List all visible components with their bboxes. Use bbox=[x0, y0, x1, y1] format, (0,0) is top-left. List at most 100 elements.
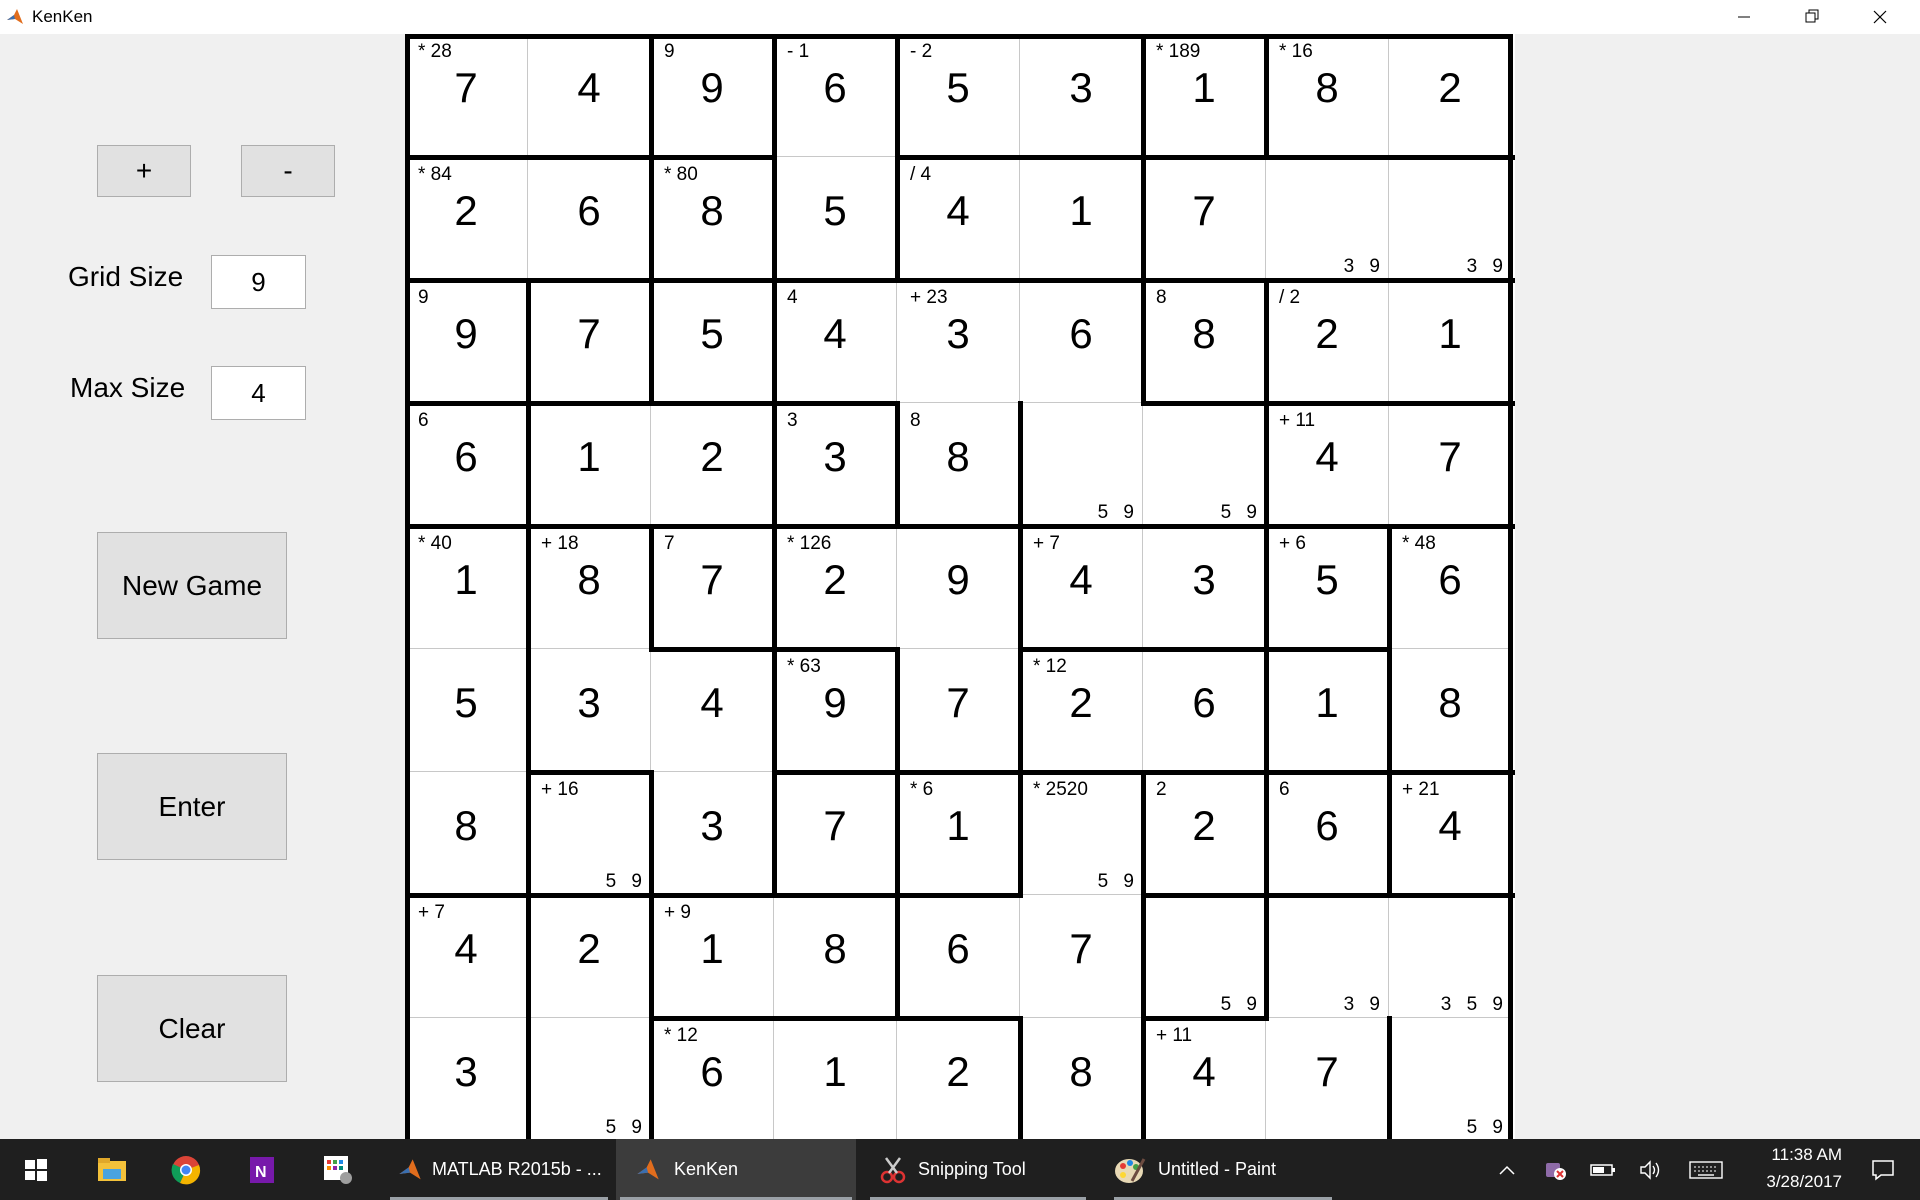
grid-cell-r1c4[interactable]: - 1 6 bbox=[774, 34, 897, 157]
grid-cell-r8c4[interactable]: 8 bbox=[774, 895, 897, 1018]
grid-cell-r6c6[interactable]: * 12 2 bbox=[1020, 649, 1143, 772]
grid-cell-r2c1[interactable]: * 84 2 bbox=[405, 157, 528, 280]
start-button[interactable] bbox=[10, 1139, 62, 1200]
taskbar-snipping-tool[interactable]: Snipping Tool bbox=[866, 1139, 1090, 1200]
grid-cell-r4c9[interactable]: 7 bbox=[1389, 403, 1512, 526]
restore-button[interactable] bbox=[1778, 0, 1846, 34]
grid-cell-r2c7[interactable]: 7 bbox=[1143, 157, 1266, 280]
grid-cell-r2c5[interactable]: / 4 4 bbox=[897, 157, 1020, 280]
grid-cell-r8c1[interactable]: + 7 4 bbox=[405, 895, 528, 1018]
grid-cell-r9c7[interactable]: + 11 4 bbox=[1143, 1018, 1266, 1139]
enter-button[interactable]: Enter bbox=[97, 753, 287, 860]
grid-cell-r8c2[interactable]: 2 bbox=[528, 895, 651, 1018]
taskbar-kenken[interactable]: KenKen bbox=[616, 1139, 856, 1200]
grid-cell-r4c5[interactable]: 88 bbox=[897, 403, 1020, 526]
grid-cell-r9c2[interactable]: 5 9 bbox=[528, 1018, 651, 1139]
grid-cell-r5c1[interactable]: * 40 1 bbox=[405, 526, 528, 649]
grid-cell-r7c6[interactable]: * 2520 5 9 bbox=[1020, 772, 1143, 895]
grid-cell-r1c6[interactable]: 3 bbox=[1020, 34, 1143, 157]
grid-cell-r6c8[interactable]: 1 bbox=[1266, 649, 1389, 772]
grid-cell-r2c8[interactable]: 3 9 bbox=[1266, 157, 1389, 280]
grid-cell-r5c8[interactable]: + 6 5 bbox=[1266, 526, 1389, 649]
grid-cell-r9c9[interactable]: 5 9 bbox=[1389, 1018, 1512, 1139]
grid-cell-r8c6[interactable]: 7 bbox=[1020, 895, 1143, 1018]
grid-cell-r6c4[interactable]: * 63 9 bbox=[774, 649, 897, 772]
grid-cell-r7c7[interactable]: 22 bbox=[1143, 772, 1266, 895]
grid-cell-r4c1[interactable]: 66 bbox=[405, 403, 528, 526]
grid-cell-r1c1[interactable]: * 28 7 bbox=[405, 34, 528, 157]
grid-cell-r6c9[interactable]: 8 bbox=[1389, 649, 1512, 772]
grid-cell-r3c2[interactable]: 7 bbox=[528, 280, 651, 403]
grid-cell-r9c3[interactable]: * 12 6 bbox=[651, 1018, 774, 1139]
tray-keyboard[interactable] bbox=[1686, 1139, 1726, 1200]
grid-cell-r9c4[interactable]: 1 bbox=[774, 1018, 897, 1139]
tray-volume[interactable] bbox=[1636, 1139, 1666, 1200]
grid-cell-r9c5[interactable]: 2 bbox=[897, 1018, 1020, 1139]
grid-cell-r4c6[interactable]: 5 9 bbox=[1020, 403, 1143, 526]
tray-network[interactable] bbox=[1540, 1139, 1570, 1200]
decrease-button[interactable]: - bbox=[241, 145, 335, 197]
grid-cell-r7c3[interactable]: 3 bbox=[651, 772, 774, 895]
grid-cell-r2c9[interactable]: 3 9 bbox=[1389, 157, 1512, 280]
grid-cell-r5c3[interactable]: 77 bbox=[651, 526, 774, 649]
grid-cell-r1c8[interactable]: * 16 8 bbox=[1266, 34, 1389, 157]
grid-cell-r9c1[interactable]: 3 bbox=[405, 1018, 528, 1139]
grid-cell-r3c4[interactable]: 44 bbox=[774, 280, 897, 403]
increase-button[interactable]: + bbox=[97, 145, 191, 197]
grid-cell-r4c3[interactable]: 2 bbox=[651, 403, 774, 526]
clear-button[interactable]: Clear bbox=[97, 975, 287, 1082]
grid-cell-r5c6[interactable]: + 7 4 bbox=[1020, 526, 1143, 649]
close-button[interactable] bbox=[1846, 0, 1914, 34]
taskbar-file-explorer[interactable] bbox=[86, 1139, 138, 1200]
grid-cell-r9c6[interactable]: 8 bbox=[1020, 1018, 1143, 1139]
grid-cell-r7c5[interactable]: * 6 1 bbox=[897, 772, 1020, 895]
grid-cell-r4c8[interactable]: + 11 4 bbox=[1266, 403, 1389, 526]
grid-cell-r2c4[interactable]: 5 bbox=[774, 157, 897, 280]
grid-cell-r3c5[interactable]: + 23 3 bbox=[897, 280, 1020, 403]
grid-cell-r7c8[interactable]: 66 bbox=[1266, 772, 1389, 895]
grid-cell-r4c7[interactable]: 5 9 bbox=[1143, 403, 1266, 526]
grid-cell-r8c7[interactable]: 5 9 bbox=[1143, 895, 1266, 1018]
grid-cell-r4c2[interactable]: 1 bbox=[528, 403, 651, 526]
grid-cell-r1c9[interactable]: 2 bbox=[1389, 34, 1512, 157]
taskbar-paint[interactable]: Untitled - Paint bbox=[1110, 1139, 1336, 1200]
grid-cell-r5c2[interactable]: + 18 8 bbox=[528, 526, 651, 649]
taskbar-chrome[interactable] bbox=[160, 1139, 212, 1200]
grid-cell-r3c1[interactable]: 99 bbox=[405, 280, 528, 403]
taskbar-onenote[interactable]: N bbox=[236, 1139, 288, 1200]
grid-cell-r2c6[interactable]: 1 bbox=[1020, 157, 1143, 280]
tray-clock[interactable]: 11:38 AM 3/28/2017 bbox=[1736, 1139, 1846, 1200]
taskbar-matlab[interactable]: MATLAB R2015b - ... bbox=[386, 1139, 612, 1200]
grid-cell-r7c1[interactable]: 8 bbox=[405, 772, 528, 895]
grid-cell-r8c9[interactable]: 3 5 9 bbox=[1389, 895, 1512, 1018]
grid-cell-r3c9[interactable]: 1 bbox=[1389, 280, 1512, 403]
minimize-button[interactable] bbox=[1710, 0, 1778, 34]
grid-cell-r5c9[interactable]: * 48 6 bbox=[1389, 526, 1512, 649]
grid-cell-r2c2[interactable]: 6 bbox=[528, 157, 651, 280]
action-center-button[interactable] bbox=[1858, 1139, 1908, 1200]
grid-cell-r6c5[interactable]: 7 bbox=[897, 649, 1020, 772]
grid-cell-r5c5[interactable]: 9 bbox=[897, 526, 1020, 649]
grid-cell-r1c5[interactable]: - 2 5 bbox=[897, 34, 1020, 157]
grid-cell-r3c6[interactable]: 6 bbox=[1020, 280, 1143, 403]
grid-cell-r3c3[interactable]: 5 bbox=[651, 280, 774, 403]
grid-cell-r2c3[interactable]: * 80 8 bbox=[651, 157, 774, 280]
taskbar-app-grid[interactable] bbox=[312, 1139, 364, 1200]
grid-cell-r6c1[interactable]: 5 bbox=[405, 649, 528, 772]
grid-cell-r1c2[interactable]: 4 bbox=[528, 34, 651, 157]
grid-cell-r6c7[interactable]: 6 bbox=[1143, 649, 1266, 772]
grid-cell-r7c4[interactable]: 7 bbox=[774, 772, 897, 895]
grid-cell-r4c4[interactable]: 33 bbox=[774, 403, 897, 526]
grid-size-field[interactable]: 9 bbox=[211, 255, 306, 309]
grid-cell-r3c7[interactable]: 88 bbox=[1143, 280, 1266, 403]
grid-cell-r1c3[interactable]: 99 bbox=[651, 34, 774, 157]
max-size-field[interactable]: 4 bbox=[211, 366, 306, 420]
grid-cell-r6c3[interactable]: 4 bbox=[651, 649, 774, 772]
grid-cell-r6c2[interactable]: 3 bbox=[528, 649, 651, 772]
grid-cell-r5c4[interactable]: * 126 2 bbox=[774, 526, 897, 649]
grid-cell-r8c3[interactable]: + 9 1 bbox=[651, 895, 774, 1018]
grid-cell-r8c8[interactable]: 3 9 bbox=[1266, 895, 1389, 1018]
grid-cell-r3c8[interactable]: / 2 2 bbox=[1266, 280, 1389, 403]
grid-cell-r5c7[interactable]: 3 bbox=[1143, 526, 1266, 649]
grid-cell-r1c7[interactable]: * 189 1 bbox=[1143, 34, 1266, 157]
